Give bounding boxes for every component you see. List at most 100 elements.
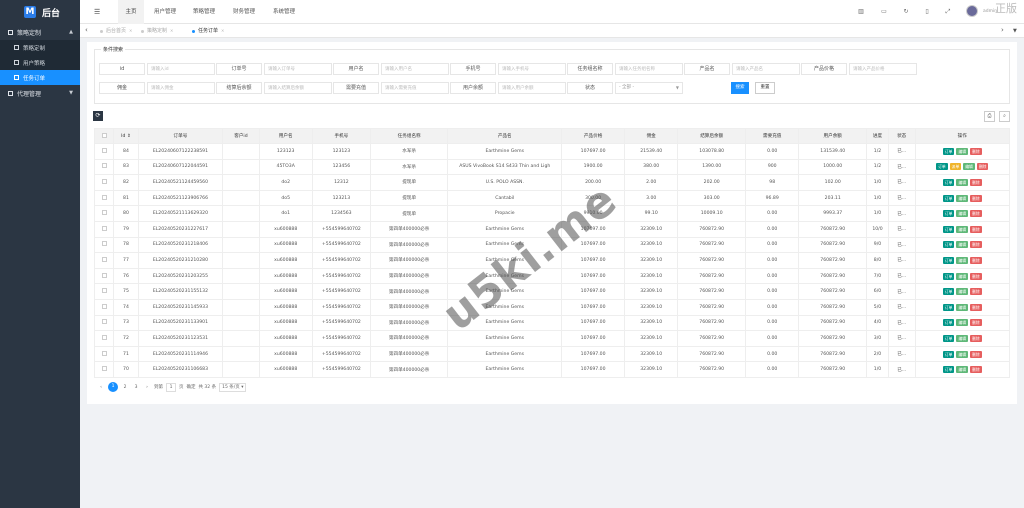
- edit-button[interactable]: 编辑: [956, 272, 969, 280]
- table-row[interactable]: 70 EL20240520231106683 xu600888 +5545996407…: [93, 361, 1010, 378]
- tabs-scroll-left-icon[interactable]: ‹: [85, 26, 88, 34]
- view-order-button[interactable]: 订单: [942, 147, 955, 155]
- column-header[interactable]: 结算后余额: [677, 128, 747, 144]
- table-row[interactable]: 83 EL20240607122044591 45TO3A 123456 水军杀 ASUS…: [93, 158, 1010, 176]
- column-header[interactable]: 佣金: [624, 128, 679, 144]
- row-checkbox[interactable]: [101, 334, 107, 340]
- delete-button[interactable]: 删除: [970, 303, 982, 311]
- tab-finance-management[interactable]: 财务管理: [233, 0, 255, 24]
- row-checkbox-cell[interactable]: [93, 345, 115, 363]
- row-checkbox-cell[interactable]: [93, 174, 115, 191]
- edit-button[interactable]: 编辑: [956, 178, 969, 186]
- edit-button[interactable]: 编辑: [956, 225, 969, 233]
- view-order-button[interactable]: 订单: [942, 178, 955, 186]
- search-input[interactable]: [264, 82, 332, 94]
- row-checkbox[interactable]: [101, 178, 107, 184]
- hamburger-icon[interactable]: ☰: [94, 8, 102, 16]
- fullscreen-icon[interactable]: ⤢: [944, 8, 952, 16]
- goto-confirm-button[interactable]: 确定: [187, 384, 196, 390]
- row-checkbox-cell[interactable]: [93, 298, 115, 316]
- row-checkbox-cell[interactable]: [93, 252, 115, 269]
- view-order-button[interactable]: 订单: [942, 241, 955, 249]
- row-checkbox[interactable]: [101, 303, 107, 309]
- column-header[interactable]: 用户余额: [798, 128, 868, 144]
- edit-button[interactable]: 编辑: [956, 288, 969, 296]
- view-order-button[interactable]: 订单: [942, 334, 955, 342]
- dispatch-button[interactable]: 派单: [949, 163, 962, 171]
- delete-button[interactable]: 删除: [970, 210, 982, 218]
- window-icon[interactable]: ▭: [880, 8, 888, 16]
- table-row[interactable]: 84 EL2024060712223859​1 123123 123123 水军杀 Ear…: [93, 143, 1010, 160]
- status-select[interactable]: - 全部 - ▼: [615, 82, 683, 94]
- delete-button[interactable]: 删除: [970, 288, 982, 296]
- edit-button[interactable]: 编辑: [963, 163, 975, 171]
- column-header[interactable]: 手机号: [311, 128, 371, 144]
- column-header[interactable]: 用户名: [258, 128, 313, 144]
- row-checkbox-cell[interactable]: [93, 283, 115, 300]
- page-2[interactable]: 2: [121, 383, 129, 392]
- delete-button[interactable]: 删除: [970, 319, 982, 327]
- delete-button[interactable]: 删除: [970, 350, 982, 358]
- row-checkbox-cell[interactable]: [93, 330, 115, 347]
- tab-user-management[interactable]: 用户管理: [154, 0, 176, 24]
- search-input[interactable]: [498, 82, 566, 94]
- view-order-button[interactable]: 订单: [942, 366, 955, 374]
- select-all-checkbox[interactable]: [101, 132, 107, 138]
- column-header[interactable]: 操作: [914, 128, 1010, 144]
- refresh-icon[interactable]: ↻: [902, 8, 910, 16]
- page-tab-task-orders[interactable]: 任务订单 ✕: [192, 24, 224, 38]
- export-icon[interactable]: ⎙: [984, 111, 995, 122]
- view-order-button[interactable]: 订单: [942, 256, 955, 264]
- row-checkbox[interactable]: [101, 210, 107, 216]
- edit-button[interactable]: 编辑: [956, 319, 969, 327]
- delete-button[interactable]: 删除: [970, 194, 982, 202]
- logo[interactable]: M 后台: [0, 0, 80, 24]
- table-row[interactable]: 74 EL20240520231145933 xu600888 +5545996407…: [93, 298, 1010, 316]
- search-input[interactable]: [147, 63, 215, 75]
- column-header[interactable]: 订单号: [137, 128, 224, 144]
- view-order-button[interactable]: 订单: [936, 163, 948, 171]
- column-header[interactable]: 产品价格: [561, 128, 626, 144]
- row-checkbox[interactable]: [101, 288, 107, 294]
- table-row[interactable]: 81 EL20240521123906766 do5 123213 提现单 Cantabi…: [93, 189, 1010, 207]
- view-order-button[interactable]: 订单: [942, 210, 955, 218]
- edit-button[interactable]: 编辑: [956, 350, 969, 358]
- chart-icon[interactable]: ▥: [857, 8, 865, 16]
- edit-button[interactable]: 编辑: [956, 210, 969, 218]
- delete-button[interactable]: 删除: [970, 272, 982, 280]
- search-input[interactable]: [264, 63, 332, 75]
- view-order-button[interactable]: 订单: [942, 225, 955, 233]
- row-checkbox-cell[interactable]: [93, 205, 115, 222]
- row-checkbox[interactable]: [101, 194, 107, 200]
- column-header[interactable]: Id ⇕: [113, 128, 139, 144]
- edit-button[interactable]: 编辑: [956, 256, 969, 264]
- delete-button[interactable]: 删除: [970, 147, 982, 155]
- column-header[interactable]: [93, 128, 115, 144]
- delete-button[interactable]: 删除: [970, 366, 982, 374]
- search-input[interactable]: [615, 63, 683, 75]
- sidebar-item-strategy[interactable]: 策略定制: [0, 40, 80, 55]
- view-order-button[interactable]: 订单: [942, 303, 955, 311]
- page-size-select[interactable]: 15 条/页 ▾: [219, 382, 247, 392]
- table-row[interactable]: 73 EL20240520231133901 xu600888 +5545996407…: [93, 314, 1010, 332]
- row-checkbox[interactable]: [101, 147, 107, 153]
- row-checkbox[interactable]: [101, 319, 107, 325]
- tab-home[interactable]: 主页: [118, 0, 144, 24]
- row-checkbox[interactable]: [101, 256, 107, 262]
- page-3[interactable]: 3: [132, 383, 140, 392]
- table-row[interactable]: 75 EL20240520231155132 xu600888 +5545996407…: [93, 283, 1010, 300]
- avatar[interactable]: [966, 5, 978, 17]
- column-header[interactable]: 客户id: [222, 128, 260, 144]
- row-checkbox[interactable]: [101, 225, 107, 231]
- row-checkbox-cell[interactable]: [93, 158, 115, 176]
- row-checkbox-cell[interactable]: [93, 189, 115, 207]
- search-input[interactable]: [498, 63, 566, 75]
- search-input[interactable]: [381, 82, 449, 94]
- sort-icon[interactable]: ⇕: [125, 134, 131, 139]
- page-1[interactable]: 1: [108, 382, 118, 392]
- sidebar-item-task-orders[interactable]: 任务订单: [0, 70, 80, 85]
- next-page-icon[interactable]: ›: [143, 383, 151, 392]
- delete-button[interactable]: 删除: [976, 163, 989, 171]
- sidebar-group-strategy[interactable]: 策略定制 ▲: [0, 24, 80, 40]
- trash-icon[interactable]: ▯: [923, 8, 931, 16]
